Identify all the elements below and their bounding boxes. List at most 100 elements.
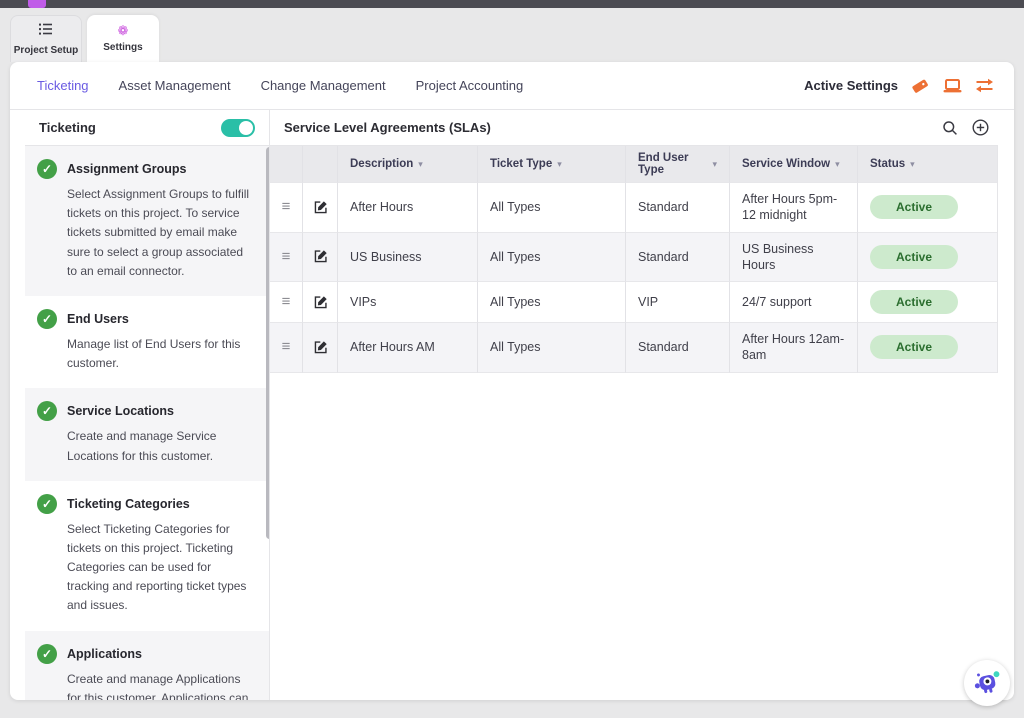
check-circle-icon: ✓ — [37, 644, 57, 664]
help-bot-widget[interactable] — [964, 660, 1010, 706]
sla-table-row: ≡ After Hours All Types Standard After H… — [270, 183, 997, 233]
cell-service-window: After Hours 5pm-12 midnight — [730, 183, 858, 233]
item-status: ✓ — [37, 644, 57, 664]
sidebar-scrollbar[interactable] — [266, 147, 269, 539]
sla-table-row: ≡ After Hours AM All Types Standard Afte… — [270, 323, 997, 373]
sort-caret-icon: ▾ — [712, 159, 717, 170]
ticketing-toggle[interactable] — [221, 119, 255, 137]
cell-description: After Hours AM — [338, 323, 478, 373]
sidebar-item[interactable]: ✓ Applications Create and manage Applica… — [25, 631, 269, 700]
header-description[interactable]: Description▾ — [338, 146, 478, 183]
item-status: ✓ — [37, 401, 57, 421]
status-badge: Active — [870, 195, 958, 219]
item-text: Applications Create and manage Applicati… — [67, 644, 253, 700]
sidebar-item-list: ✓ Assignment Groups Select Assignment Gr… — [25, 146, 269, 700]
row-edit-button[interactable] — [303, 233, 338, 283]
cell-description: VIPs — [338, 282, 478, 323]
edit-pencil-icon — [313, 249, 328, 264]
sidebar-item[interactable]: ✓ End Users Manage list of End Users for… — [25, 296, 269, 388]
task-list-icon — [38, 22, 54, 41]
status-badge: Active — [870, 245, 958, 269]
ticketing-sidebar: Ticketing ✓ Assignment Groups Select Ass… — [25, 110, 270, 700]
row-drag-handle[interactable]: ≡ — [270, 233, 303, 283]
sidebar-item[interactable]: ✓ Assignment Groups Select Assignment Gr… — [25, 146, 269, 296]
header-service-window[interactable]: Service Window▾ — [730, 146, 858, 183]
nav-tab-change-management[interactable]: Change Management — [261, 78, 386, 93]
sla-header-icons — [940, 118, 990, 138]
tab-settings-label: Settings — [103, 42, 142, 53]
item-text: Service Locations Create and manage Serv… — [67, 401, 253, 465]
robot-mascot-icon — [970, 666, 1004, 700]
sla-panel-header: Service Level Agreements (SLAs) — [270, 110, 998, 146]
sidebar-item[interactable]: ✓ Service Locations Create and manage Se… — [25, 388, 269, 480]
sidebar-header: Ticketing — [25, 110, 269, 146]
sla-panel-title: Service Level Agreements (SLAs) — [284, 120, 491, 135]
sidebar-title: Ticketing — [39, 120, 96, 135]
cell-description: After Hours — [338, 183, 478, 233]
swap-arrows-icon[interactable] — [974, 77, 994, 95]
item-status: ✓ — [37, 309, 57, 329]
status-badge: Active — [870, 290, 958, 314]
sidebar-item-description: Select Ticketing Categories for tickets … — [67, 520, 253, 616]
nav-tab-project-accounting[interactable]: Project Accounting — [416, 78, 524, 93]
toggle-knob — [239, 121, 253, 135]
add-circle-icon[interactable] — [970, 118, 990, 138]
browser-top-bar — [0, 0, 1024, 8]
sort-caret-icon: ▾ — [557, 159, 562, 170]
sla-table-header-row: Description▾ Ticket Type▾ End User Type▾… — [270, 146, 997, 183]
edit-pencil-icon — [313, 295, 328, 310]
sort-caret-icon: ▾ — [835, 159, 840, 170]
cell-ticket-type: All Types — [478, 282, 626, 323]
cell-ticket-type: All Types — [478, 183, 626, 233]
active-settings-group: Active Settings — [804, 77, 994, 95]
row-edit-button[interactable] — [303, 323, 338, 373]
sidebar-item-description: Create and manage Service Locations for … — [67, 427, 253, 465]
check-circle-icon: ✓ — [37, 401, 57, 421]
header-end-user-type[interactable]: End User Type▾ — [626, 146, 730, 183]
row-drag-handle[interactable]: ≡ — [270, 183, 303, 233]
header-status[interactable]: Status▾ — [858, 146, 997, 183]
sla-table: Description▾ Ticket Type▾ End User Type▾… — [270, 146, 998, 373]
row-edit-button[interactable] — [303, 183, 338, 233]
cell-end-user-type: Standard — [626, 183, 730, 233]
item-text: Assignment Groups Select Assignment Grou… — [67, 159, 253, 281]
header-drag-column — [270, 146, 303, 183]
header-ticket-type[interactable]: Ticket Type▾ — [478, 146, 626, 183]
cell-status: Active — [858, 282, 997, 323]
sidebar-item-title: Applications — [67, 647, 253, 661]
ticket-icon[interactable] — [910, 77, 930, 95]
sidebar-item-description: Manage list of End Users for this custom… — [67, 335, 253, 373]
tab-project-setup[interactable]: Project Setup — [10, 15, 82, 62]
sidebar-item-description: Select Assignment Groups to fulfill tick… — [67, 185, 253, 281]
item-status: ✓ — [37, 494, 57, 514]
item-status: ✓ — [37, 159, 57, 179]
cell-status: Active — [858, 323, 997, 373]
settings-nav-links: Ticketing Asset Management Change Manage… — [37, 78, 523, 93]
drag-handle-icon: ≡ — [282, 202, 291, 212]
row-drag-handle[interactable]: ≡ — [270, 323, 303, 373]
row-drag-handle[interactable]: ≡ — [270, 282, 303, 323]
laptop-icon[interactable] — [942, 77, 962, 95]
sidebar-item[interactable]: ✓ Ticketing Categories Select Ticketing … — [25, 481, 269, 631]
row-edit-button[interactable] — [303, 282, 338, 323]
nav-tab-asset-management[interactable]: Asset Management — [119, 78, 231, 93]
tab-settings[interactable]: ❁ Settings — [87, 15, 159, 62]
window-tabs: Project Setup ❁ Settings — [0, 15, 1024, 62]
sort-caret-icon: ▾ — [418, 159, 423, 170]
drag-handle-icon: ≡ — [282, 252, 291, 262]
cell-service-window: 24/7 support — [730, 282, 858, 323]
check-circle-icon: ✓ — [37, 494, 57, 514]
nav-tab-ticketing[interactable]: Ticketing — [37, 78, 89, 93]
edit-pencil-icon — [313, 200, 328, 215]
edit-pencil-icon — [313, 340, 328, 355]
cell-ticket-type: All Types — [478, 323, 626, 373]
search-icon[interactable] — [940, 118, 960, 138]
sla-panel: Service Level Agreements (SLAs) Descript… — [270, 110, 1014, 700]
settings-card: Ticketing Asset Management Change Manage… — [10, 62, 1014, 700]
settings-nav: Ticketing Asset Management Change Manage… — [10, 62, 1014, 110]
cell-end-user-type: Standard — [626, 323, 730, 373]
tab-project-setup-label: Project Setup — [14, 45, 78, 56]
sla-table-row: ≡ US Business All Types Standard US Busi… — [270, 233, 997, 283]
top-bar-accent — [28, 0, 46, 8]
item-text: End Users Manage list of End Users for t… — [67, 309, 253, 373]
